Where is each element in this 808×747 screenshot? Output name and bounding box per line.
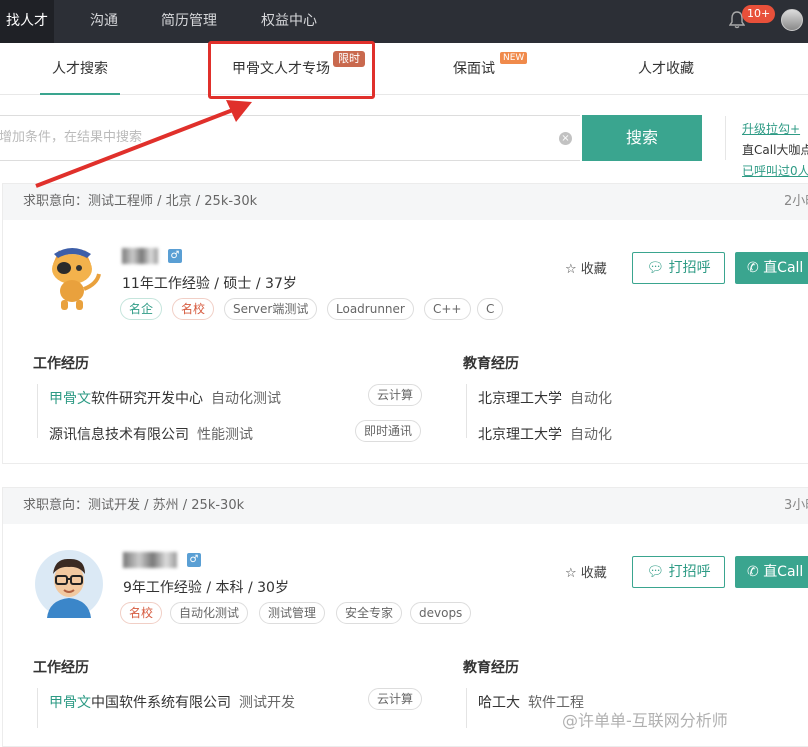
favorite-button[interactable]: ☆ 收藏 bbox=[565, 258, 607, 277]
school-name: 北京理工大学 bbox=[478, 427, 562, 443]
tag: 自动化测试 bbox=[170, 602, 249, 624]
candidate-name-blurred bbox=[122, 248, 158, 264]
work-item: 源讯信息技术有限公司 性能测试 bbox=[49, 424, 253, 444]
called-count-link[interactable]: 已呼叫过0人 bbox=[742, 162, 808, 179]
favorite-button[interactable]: ☆ 收藏 bbox=[565, 562, 607, 581]
star-icon: ☆ bbox=[565, 262, 577, 277]
favorite-label: 收藏 bbox=[580, 566, 607, 581]
company-highlight: 甲骨文 bbox=[49, 391, 91, 407]
company-highlight: 甲骨文 bbox=[49, 695, 91, 711]
call-label: 直Call bbox=[763, 260, 804, 276]
favorite-label: 收藏 bbox=[580, 262, 607, 277]
greet-label: 打招呼 bbox=[668, 564, 711, 580]
timeline-bar bbox=[37, 384, 38, 438]
notification-badge: 10+ bbox=[742, 5, 776, 23]
greet-button[interactable]: 💬︎ 打招呼 bbox=[632, 252, 725, 284]
education-item: 北京理工大学 自动化 bbox=[478, 424, 612, 444]
clear-icon[interactable]: × bbox=[559, 132, 572, 145]
job-intent-text: 求职意向：测试开发 / 苏州 / 25k-30k bbox=[23, 498, 245, 513]
work-item: 甲骨文中国软件系统有限公司 测试开发 bbox=[49, 692, 295, 712]
work-item: 甲骨文软件研究开发中心 自动化测试 bbox=[49, 388, 281, 408]
company-name: 软件研究开发中心 bbox=[91, 391, 203, 407]
male-icon: ♂ bbox=[168, 249, 182, 263]
industry-tag: 云计算 bbox=[368, 688, 423, 710]
timeline-bar bbox=[466, 384, 467, 438]
greet-button[interactable]: 💬︎ 打招呼 bbox=[632, 556, 725, 588]
update-time: 3小时 bbox=[784, 498, 808, 513]
phone-icon: ✆ bbox=[747, 260, 759, 276]
person-avatar-icon bbox=[35, 550, 103, 618]
direct-call-button[interactable]: ✆ 直Call bbox=[735, 252, 808, 284]
job-role: 性能测试 bbox=[197, 427, 253, 443]
industry-tag: 即时通讯 bbox=[355, 420, 422, 442]
candidate-summary: 11年工作经验 / 硕士 / 37岁 bbox=[122, 276, 297, 292]
search-button[interactable]: 搜索 bbox=[582, 115, 702, 161]
candidate-name-blurred bbox=[123, 552, 177, 568]
male-icon: ♂ bbox=[187, 553, 201, 567]
education-title: 教育经历 bbox=[463, 660, 519, 676]
tag: Server端测试 bbox=[224, 298, 318, 320]
timeline-bar bbox=[37, 688, 38, 728]
direct-call-button[interactable]: ✆ 直Call bbox=[735, 556, 808, 588]
tag: devops bbox=[410, 602, 472, 624]
tab-talent-favorites[interactable]: 人才收藏 bbox=[638, 43, 694, 95]
nav-resume-management[interactable]: 简历管理 bbox=[161, 0, 217, 43]
watermark: @许单单-互联网分析师 bbox=[562, 711, 728, 730]
job-intent: 求职意向：测试开发 / 苏州 / 25k-30k 3小时 bbox=[3, 488, 808, 524]
update-time: 2小时 bbox=[784, 194, 808, 209]
major: 自动化 bbox=[570, 391, 612, 407]
upgrade-link[interactable]: 升级拉勾+ bbox=[742, 120, 800, 137]
chat-icon: 💬︎ bbox=[646, 260, 665, 276]
direct-call-text: 直Call大咖点 bbox=[742, 143, 808, 157]
tag: 测试管理 bbox=[259, 602, 326, 624]
nav-chat[interactable]: 沟通 bbox=[90, 0, 118, 43]
candidate-summary: 9年工作经验 / 本科 / 30岁 bbox=[123, 580, 289, 596]
job-role: 自动化测试 bbox=[211, 391, 281, 407]
major: 自动化 bbox=[570, 427, 612, 443]
job-intent: 求职意向：测试工程师 / 北京 / 25k-30k 2小时 bbox=[3, 184, 808, 220]
company-name: 源讯信息技术有限公司 bbox=[49, 427, 189, 443]
user-avatar[interactable] bbox=[781, 9, 803, 31]
education-item: 北京理工大学 自动化 bbox=[478, 388, 612, 408]
star-icon: ☆ bbox=[565, 566, 577, 581]
tab-bar: 人才搜索 甲骨文人才专场 保面试 人才收藏 bbox=[0, 43, 808, 95]
industry-tag: 云计算 bbox=[368, 384, 423, 406]
nav-find-talent[interactable]: 找人才 bbox=[0, 0, 54, 43]
new-tag: NEW bbox=[500, 52, 528, 64]
work-history-title: 工作经历 bbox=[33, 356, 89, 372]
tag: C++ bbox=[424, 298, 471, 320]
job-intent-text: 求职意向：测试工程师 / 北京 / 25k-30k bbox=[23, 194, 258, 209]
work-history-title: 工作经历 bbox=[33, 660, 89, 676]
annotation-highlight-box bbox=[208, 41, 375, 99]
cat-avatar-icon bbox=[52, 248, 101, 310]
tag: 名校 bbox=[172, 298, 215, 320]
tab-talent-search[interactable]: 人才搜索 bbox=[40, 43, 120, 95]
tag: 名企 bbox=[120, 298, 163, 320]
job-role: 测试开发 bbox=[239, 695, 295, 711]
search-input[interactable]: 增加条件，在结果中搜索 bbox=[0, 115, 580, 161]
greet-label: 打招呼 bbox=[668, 260, 711, 276]
phone-icon: ✆ bbox=[747, 564, 759, 580]
school-name: 哈工大 bbox=[478, 695, 520, 711]
candidate-card[interactable]: 求职意向：测试工程师 / 北京 / 25k-30k 2小时 ♂ 11年工作经验 … bbox=[2, 183, 808, 464]
tag: 名校 bbox=[120, 602, 163, 624]
education-title: 教育经历 bbox=[463, 356, 519, 372]
tab-interview-guarantee[interactable]: 保面试 bbox=[453, 43, 495, 95]
chat-icon: 💬︎ bbox=[646, 564, 665, 580]
company-name: 中国软件系统有限公司 bbox=[91, 695, 231, 711]
tag: 安全专家 bbox=[336, 602, 403, 624]
nav-benefits-center[interactable]: 权益中心 bbox=[261, 0, 317, 43]
school-name: 北京理工大学 bbox=[478, 391, 562, 407]
timeline-bar bbox=[466, 688, 467, 728]
top-navbar: 找人才 沟通 简历管理 权益中心 10+ bbox=[0, 0, 808, 43]
divider bbox=[725, 116, 726, 160]
call-label: 直Call bbox=[763, 564, 804, 580]
tag: C bbox=[477, 298, 504, 320]
tag: Loadrunner bbox=[327, 298, 414, 320]
